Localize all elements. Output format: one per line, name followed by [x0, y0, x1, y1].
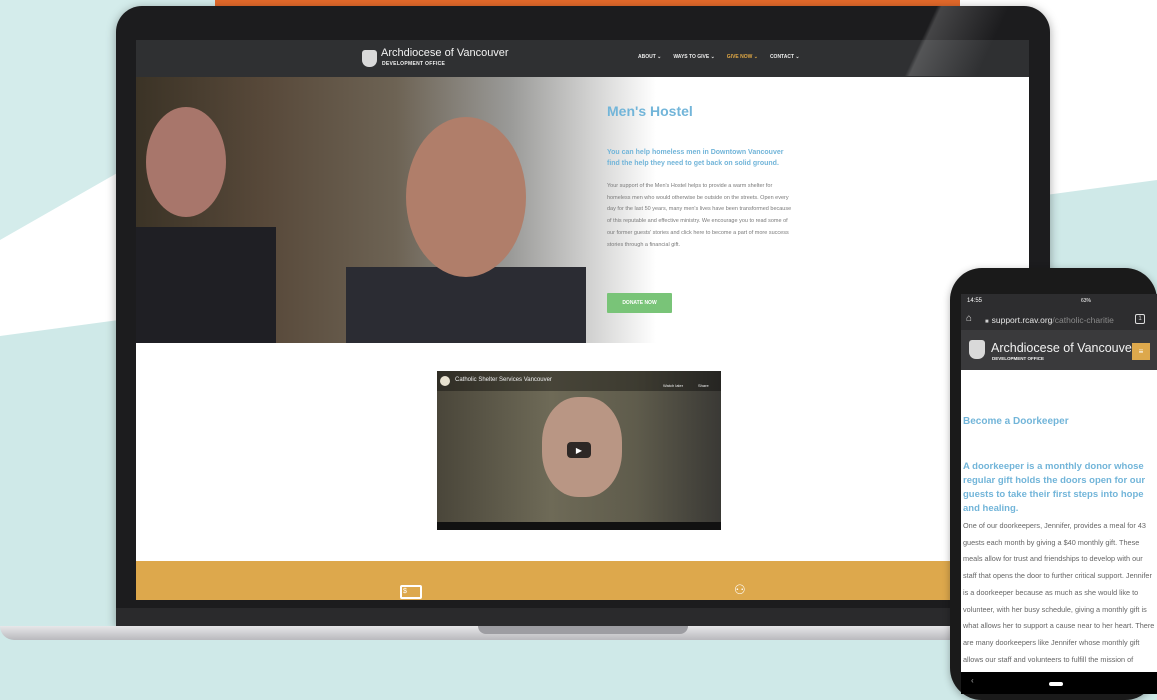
archdiocese-emblem-icon[interactable] — [362, 50, 377, 67]
phone-site-header: Archdiocese of Vancouver DEVELOPMENT OFF… — [961, 330, 1157, 370]
laptop-screen: Archdiocese of Vancouver DEVELOPMENT OFF… — [136, 40, 1029, 600]
channel-avatar[interactable] — [440, 376, 450, 386]
tab-switcher-icon[interactable]: 1 — [1135, 314, 1145, 324]
logo-subtitle: DEVELOPMENT OFFICE — [992, 356, 1045, 361]
watch-later-label[interactable]: Watch later — [663, 383, 683, 388]
people-icon: ⚇ — [734, 582, 746, 597]
page-heading: Become a Doorkeeper — [963, 416, 1069, 427]
nav-item-ways-to-give[interactable]: WAYS TO GIVE ⌄ — [673, 54, 714, 60]
phone-status-bar: 14:55 63% — [961, 294, 1157, 310]
share-label[interactable]: Share — [698, 383, 709, 388]
page-title: Men's Hostel — [607, 103, 693, 119]
photo-figure — [136, 227, 276, 343]
photo-face — [406, 117, 526, 277]
status-time: 14:55 — [967, 298, 983, 304]
video-controls-bar — [437, 522, 721, 530]
video-player[interactable]: Catholic Shelter Services Vancouver Watc… — [437, 371, 721, 530]
phone-nav-bar: ‹ — [961, 672, 1157, 694]
screen-glare — [840, 6, 1050, 76]
hero-body-text: Your support of the Men's Hostel helps t… — [607, 183, 792, 248]
hero-photo — [136, 77, 656, 343]
logo-title[interactable]: Archdiocese of Vancouver — [991, 341, 1136, 355]
url-field[interactable]: ■ support.rcav.org/catholic-charitie — [985, 315, 1114, 325]
status-battery: 63% — [1081, 298, 1092, 304]
url-domain: support.rcav.org — [991, 315, 1053, 325]
home-indicator[interactable] — [1049, 682, 1063, 686]
hero-subtitle: You can help homeless men in Downtown Va… — [607, 149, 784, 167]
photo-face — [146, 107, 226, 217]
lock-icon: ■ — [985, 319, 989, 325]
archdiocese-emblem-icon[interactable] — [969, 340, 985, 359]
nav-item-give-now[interactable]: GIVE NOW ⌄ — [727, 54, 758, 60]
gold-band: $ ⚇ — [136, 561, 1029, 600]
url-path: /catholic-charitie — [1052, 315, 1114, 325]
nav-item-about[interactable]: ABOUT ⌄ — [638, 54, 661, 60]
home-icon[interactable]: ⌂ — [966, 313, 972, 324]
logo-title[interactable]: Archdiocese of Vancouver — [381, 47, 509, 59]
nav-item-contact[interactable]: CONTACT ⌄ — [770, 54, 800, 60]
menu-icon[interactable]: ≡ — [1132, 343, 1150, 360]
main-nav: ABOUT ⌄ WAYS TO GIVE ⌄ GIVE NOW ⌄ CONTAC… — [638, 54, 800, 60]
phone-screen: 14:55 63% ⌂ ■ support.rcav.org/catholic-c… — [961, 294, 1157, 672]
browser-address-bar: ⌂ ■ support.rcav.org/catholic-charitie 1 — [961, 310, 1157, 330]
page-subheading: A doorkeeper is a monthly donor whose re… — [963, 461, 1146, 514]
money-icon: $ — [400, 585, 422, 599]
play-icon[interactable]: ▶ — [567, 442, 591, 458]
hero-section: Men's Hostel You can help homeless men i… — [136, 77, 1029, 343]
donate-now-button[interactable]: DONATE NOW — [607, 293, 672, 313]
laptop-notch — [478, 626, 688, 634]
page-body-text: One of our doorkeepers, Jennifer, provid… — [963, 521, 1155, 672]
laptop-bezel-bottom — [116, 608, 1050, 628]
back-icon[interactable]: ‹ — [971, 676, 974, 685]
logo-subtitle: DEVELOPMENT OFFICE — [382, 61, 446, 67]
video-title[interactable]: Catholic Shelter Services Vancouver — [455, 377, 552, 383]
photo-figure — [346, 267, 586, 343]
